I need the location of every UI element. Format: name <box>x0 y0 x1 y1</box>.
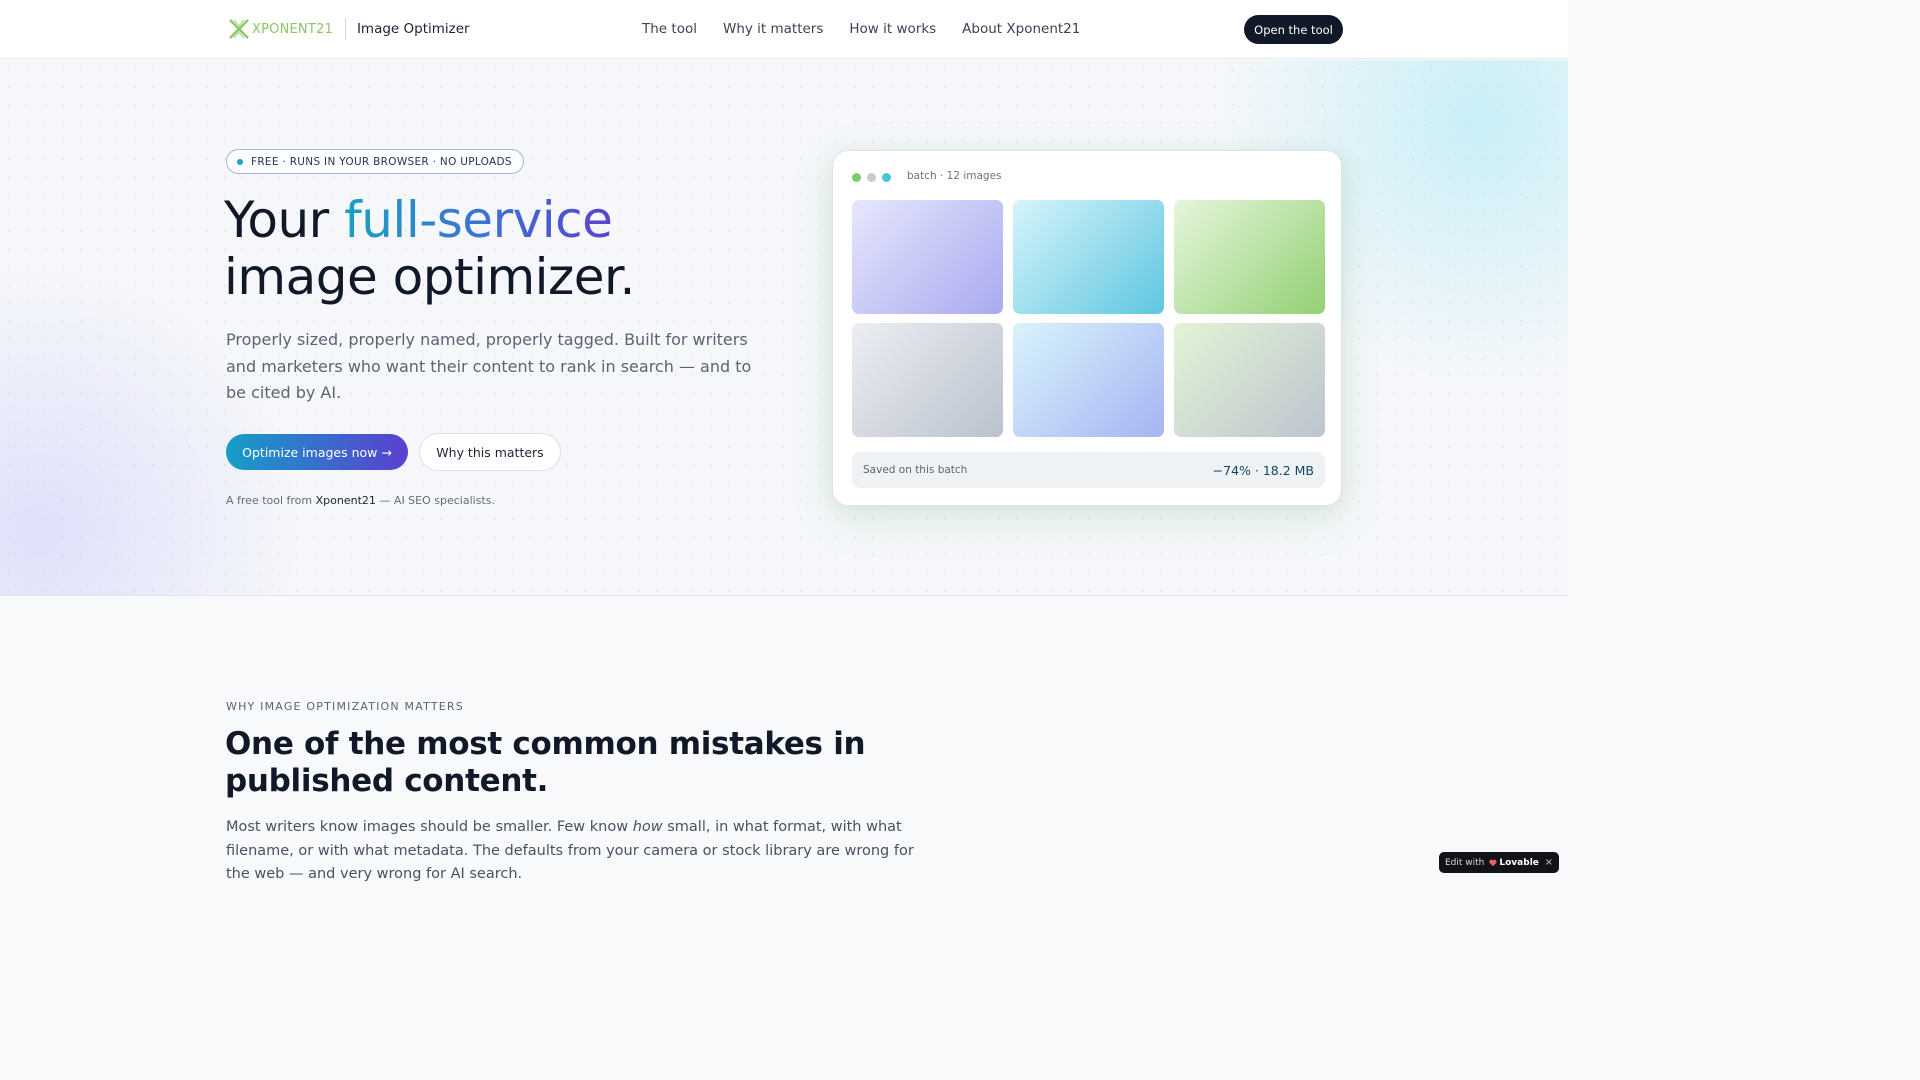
hero-title-part1: Your <box>224 191 345 249</box>
window-dot-gray-icon <box>867 173 876 182</box>
logo-text: XPONENT21 <box>252 21 333 37</box>
brand-logo[interactable]: XPONENT21 Image Optimizer <box>228 18 470 40</box>
hero-byline: A free tool from Xponent21 — AI SEO spec… <box>226 494 495 507</box>
savings-label: Saved on this batch <box>863 464 968 476</box>
lovable-brand: Lovable <box>1499 857 1539 868</box>
nav-link-about[interactable]: About Xponent21 <box>962 21 1080 37</box>
window-dot-cyan-icon <box>882 173 891 182</box>
section-title: One of the most common mistakes in publi… <box>225 726 866 799</box>
section-body-emphasis: how <box>632 819 663 835</box>
image-thumbnail <box>1174 323 1325 437</box>
hero-title: Your full-service image optimizer. <box>224 192 635 306</box>
byline-brand-link[interactable]: Xponent21 <box>316 494 376 507</box>
hero-subtitle: Properly sized, properly named, properly… <box>226 330 752 402</box>
image-thumbnail <box>1174 200 1325 314</box>
batch-label: batch · 12 images <box>907 170 1002 182</box>
top-nav: XPONENT21 Image Optimizer The tool Why i… <box>0 0 1568 59</box>
badge-dot-icon <box>237 158 243 165</box>
window-dots <box>852 173 897 182</box>
byline-suffix: — AI SEO specialists. <box>375 494 495 507</box>
xponent21-logo-icon <box>229 19 249 39</box>
image-thumbnail <box>1013 200 1164 314</box>
image-thumbnail <box>852 323 1003 437</box>
hero-title-accent: full-service <box>344 191 613 249</box>
window-dot-green-icon <box>852 173 861 182</box>
close-icon[interactable]: × <box>1545 857 1553 868</box>
image-thumbnail <box>1013 323 1164 437</box>
batch-savings-bar: Saved on this batch −74% · 18.2 MB <box>852 452 1325 488</box>
nav-link-the-tool[interactable]: The tool <box>642 21 697 37</box>
why-this-matters-button[interactable]: Why this matters <box>419 433 561 471</box>
why-it-matters-section: WHY IMAGE OPTIMIZATION MATTERS One of th… <box>0 597 1568 882</box>
lovable-heart-icon <box>1489 859 1497 866</box>
batch-preview-card: batch · 12 images Saved on this batch −7… <box>832 150 1342 506</box>
nav-link-why-it-matters[interactable]: Why it matters <box>723 21 823 37</box>
image-thumbnail <box>852 200 1003 314</box>
logo-divider <box>344 18 346 40</box>
edit-with-lovable-badge[interactable]: Edit with Lovable × <box>1439 852 1559 873</box>
open-tool-button[interactable]: Open the tool <box>1244 15 1343 44</box>
nav-links: The tool Why it matters How it works Abo… <box>642 21 1106 37</box>
optimize-images-button[interactable]: Optimize images now → <box>226 434 408 470</box>
savings-value: −74% · 18.2 MB <box>1212 462 1314 478</box>
hero-badge-text: FREE · RUNS IN YOUR BROWSER · NO UPLOADS <box>251 155 512 168</box>
hero-section: FREE · RUNS IN YOUR BROWSER · NO UPLOADS… <box>0 60 1568 596</box>
lovable-prefix: Edit with <box>1445 857 1485 868</box>
product-name: Image Optimizer <box>356 21 470 37</box>
section-eyebrow: WHY IMAGE OPTIMIZATION MATTERS <box>226 700 464 713</box>
section-body: Most writers know images should be small… <box>226 816 936 887</box>
hero-title-part2: image optimizer. <box>224 248 635 306</box>
section-body-part1: Most writers know images should be small… <box>226 819 633 835</box>
nav-link-how-it-works[interactable]: How it works <box>849 21 936 37</box>
hero-badge: FREE · RUNS IN YOUR BROWSER · NO UPLOADS <box>226 149 524 174</box>
byline-prefix: A free tool from <box>226 494 316 507</box>
